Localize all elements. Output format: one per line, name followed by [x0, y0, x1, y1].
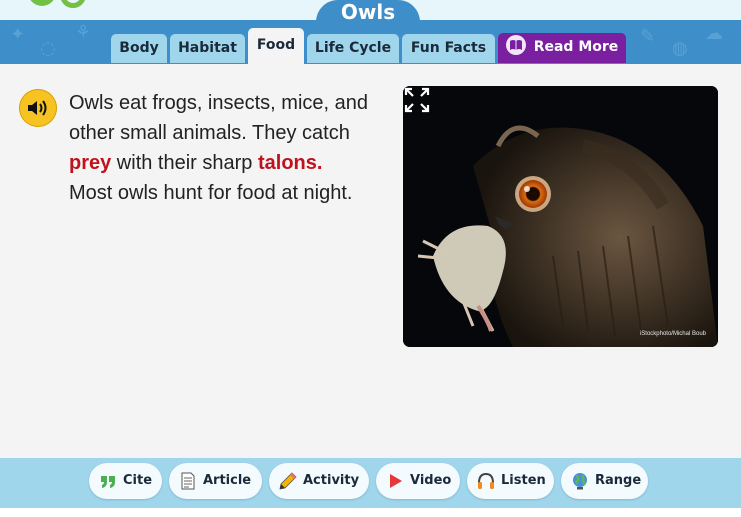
- text-part: with their sharp: [111, 152, 258, 174]
- read-aloud-button[interactable]: [19, 89, 57, 127]
- book-icon: [505, 35, 526, 55]
- tab-body[interactable]: Body: [111, 34, 167, 63]
- logo[interactable]: [28, 0, 92, 8]
- globe-icon: [573, 473, 587, 490]
- owl-image: [403, 86, 718, 347]
- page-title-tab: Owls: [316, 0, 420, 28]
- expand-icon[interactable]: [403, 86, 431, 114]
- headphones-icon: [478, 472, 494, 489]
- footer-strip: [0, 508, 741, 517]
- read-more-label: Read More: [533, 39, 619, 55]
- tab-food[interactable]: Food: [248, 28, 304, 64]
- tab-fun-facts[interactable]: Fun Facts: [402, 34, 495, 63]
- article-text: Owls eat frogs, insects, mice, and other…: [69, 88, 369, 208]
- bottom-toolbar: Cite Article Activity Video Listen Range: [0, 458, 741, 508]
- page-title: Owls: [340, 0, 396, 24]
- text-part: Owls eat frogs, insects, mice, and other…: [69, 92, 369, 144]
- text-part: Most owls hunt for food at night.: [69, 182, 353, 204]
- video-button[interactable]: Video: [376, 463, 460, 499]
- cite-label: Cite: [123, 473, 153, 488]
- read-more-button[interactable]: Read More: [498, 33, 626, 63]
- pencil-icon: [279, 472, 297, 490]
- tab-habitat[interactable]: Habitat: [170, 34, 245, 63]
- speaker-icon: [28, 100, 47, 116]
- range-label: Range: [595, 473, 642, 488]
- cite-button[interactable]: Cite: [89, 463, 162, 499]
- quote-icon: [101, 476, 115, 488]
- listen-label: Listen: [501, 473, 546, 488]
- vocab-prey[interactable]: prey: [69, 152, 111, 174]
- range-button[interactable]: Range: [561, 463, 648, 499]
- article-button[interactable]: Article: [169, 463, 262, 499]
- listen-button[interactable]: Listen: [467, 463, 554, 499]
- article-label: Article: [203, 473, 252, 488]
- vocab-talons[interactable]: talons.: [258, 152, 322, 174]
- article-icon: [181, 472, 195, 490]
- activity-label: Activity: [303, 473, 360, 488]
- activity-button[interactable]: Activity: [269, 463, 369, 499]
- video-label: Video: [410, 473, 452, 488]
- play-icon: [390, 474, 402, 488]
- tab-life-cycle[interactable]: Life Cycle: [307, 34, 399, 63]
- photo-credit: iStockphoto/Michal Boub: [639, 331, 706, 337]
- owl-photo[interactable]: iStockphoto/Michal Boub: [403, 86, 718, 347]
